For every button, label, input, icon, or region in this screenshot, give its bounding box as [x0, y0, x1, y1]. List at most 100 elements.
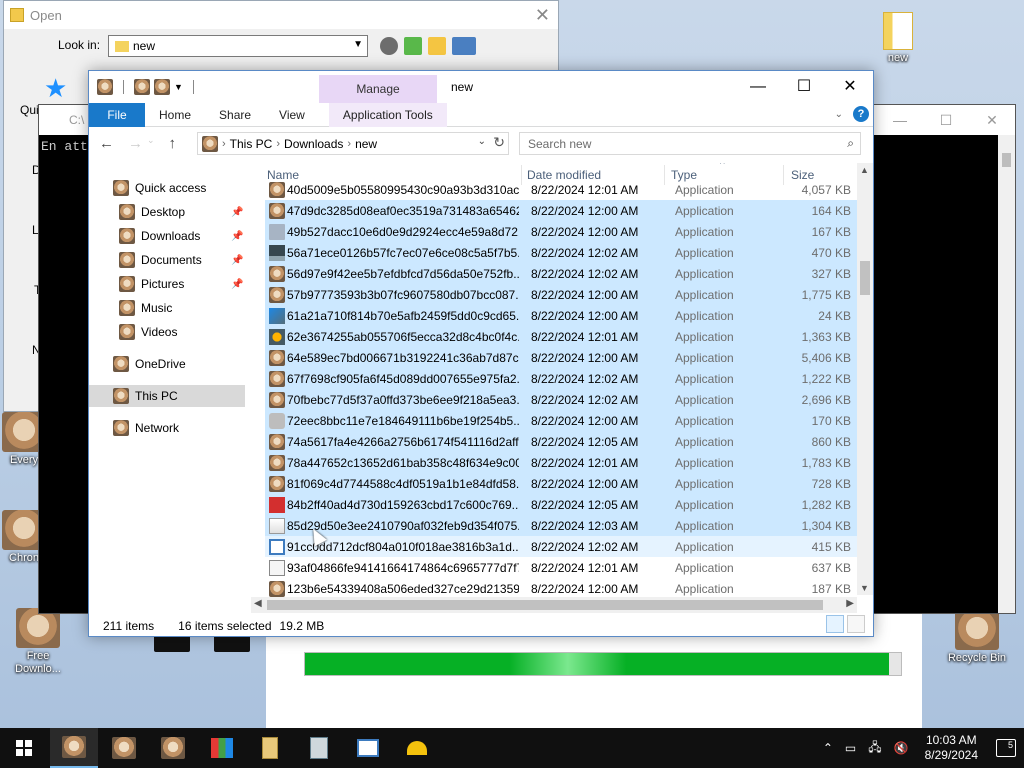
taskbar-app-cat-2[interactable] — [100, 728, 148, 768]
tab-share[interactable]: Share — [205, 103, 265, 127]
desktop-icon-recycle-bin[interactable]: Recycle Bin — [943, 610, 1011, 665]
console-scrollbar[interactable] — [998, 135, 1015, 613]
tab-file[interactable]: File — [89, 102, 145, 127]
close-icon[interactable]: ✕ — [827, 71, 873, 103]
taskbar-app-colorful[interactable] — [198, 728, 246, 768]
scrollbar-thumb[interactable] — [860, 261, 870, 295]
table-row[interactable]: 85d29d50e3ee2410790af032feb9d354f075... 8… — [265, 515, 857, 536]
chevron-up-icon[interactable]: ⌃ — [823, 741, 833, 755]
back-icon[interactable] — [380, 37, 398, 55]
expand-ribbon-icon[interactable]: ⌄ — [835, 109, 843, 120]
clock[interactable]: 10:03 AM 8/29/2024 — [925, 733, 978, 763]
minimize-icon[interactable]: — — [735, 71, 781, 103]
tab-manage[interactable]: Manage — [319, 75, 437, 103]
table-row[interactable]: 70fbebc77d5f37a0ffd373be6ee9f218a5ea3...… — [265, 389, 857, 410]
chevron-down-icon[interactable]: ⌄ — [478, 136, 486, 147]
table-row[interactable]: 72eec8bbc11e7e184649111b6be19f254b5... 8/… — [265, 410, 857, 431]
tab-home[interactable]: Home — [145, 103, 205, 127]
sidebar-item-network[interactable]: Network — [113, 417, 179, 439]
sidebar-item-quick-access[interactable]: Quick access — [113, 177, 206, 199]
sidebar-item-onedrive[interactable]: OneDrive — [113, 353, 186, 375]
quick-access-star-icon[interactable]: ★ — [44, 73, 67, 104]
table-row[interactable]: 64e589ec7bd006671b3192241c36ab7d87c... 8/… — [265, 347, 857, 368]
taskbar-app-cat-1[interactable] — [50, 728, 98, 768]
table-row[interactable]: 57b97773593b3b07fc9607580db07bcc087... 8/… — [265, 284, 857, 305]
taskbar-app-umbrella[interactable] — [393, 728, 441, 768]
table-row[interactable]: 78a447652c13652d61bab358c48f634e9c00... 8… — [265, 452, 857, 473]
up-folder-icon[interactable] — [404, 37, 422, 55]
table-row[interactable]: 56d97e9f42ee5b7efdbfcd7d56da50e752fb... 8… — [265, 263, 857, 284]
search-icon[interactable]: ⌕ — [847, 136, 854, 151]
up-arrow-icon[interactable]: ↑ — [169, 135, 177, 152]
table-row[interactable]: 123b6e54339408a506eded327ce29d21359... 8/… — [265, 578, 857, 599]
display-icon[interactable]: ▭ — [845, 741, 856, 755]
chevron-down-icon[interactable]: ▼ — [174, 82, 183, 92]
large-icons-view-icon[interactable] — [847, 615, 865, 633]
scroll-right-icon[interactable]: ▶ — [846, 598, 854, 609]
breadcrumb-this-pc[interactable]: This PC — [230, 137, 273, 151]
desktop-icon-new-folder[interactable]: new — [866, 12, 930, 65]
table-row[interactable]: 62e3674255ab055706f5ecca32d8c4bc0f4c... 8… — [265, 326, 857, 347]
address-bar[interactable]: › This PC › Downloads › new ⌄ ↻ — [197, 132, 509, 155]
table-row[interactable]: 40d5009e5b05580995430c90a93b3d310ac... 8… — [265, 179, 857, 200]
taskbar-app-cat-3[interactable] — [149, 728, 197, 768]
volume-muted-icon[interactable]: 🔇 — [894, 741, 909, 755]
network-icon[interactable]: 🖧 — [868, 738, 881, 759]
file-size: 4,057 KB — [801, 182, 851, 197]
sidebar-item-music[interactable]: Music — [119, 297, 172, 319]
notification-icon[interactable]: 5 — [996, 739, 1016, 757]
properties-icon[interactable] — [134, 79, 150, 95]
sidebar-item-documents[interactable]: Documents 📌 — [119, 249, 243, 271]
close-icon[interactable]: ✕ — [969, 105, 1015, 135]
search-input[interactable]: Search new ⌕ — [519, 132, 861, 155]
help-icon[interactable]: ? — [853, 106, 869, 122]
horizontal-scrollbar[interactable]: ◀ ▶ — [251, 597, 857, 613]
details-view-icon[interactable] — [826, 615, 844, 633]
vertical-scrollbar[interactable]: ▲ ▼ — [857, 163, 873, 595]
scroll-up-icon[interactable]: ▲ — [860, 165, 869, 175]
sidebar-item-pictures[interactable]: Pictures 📌 — [119, 273, 243, 295]
scrollbar-thumb[interactable] — [267, 600, 823, 610]
sidebar-item-downloads[interactable]: Downloads 📌 — [119, 225, 243, 247]
maximize-icon[interactable]: ☐ — [923, 105, 969, 135]
taskbar-app-files[interactable] — [295, 728, 343, 768]
close-icon[interactable]: ✕ — [535, 5, 550, 26]
tab-view[interactable]: View — [265, 103, 319, 127]
table-row[interactable]: 61a21a710f814b70e5afb2459f5dd0c9cd65... 8… — [265, 305, 857, 326]
desktop-icon-free-download[interactable]: Free Downlo... — [6, 608, 70, 676]
start-button[interactable] — [0, 728, 48, 768]
table-row[interactable]: 56a71ece0126b57fc7ec07e6ce08c5a5f7b5... 8… — [265, 242, 857, 263]
table-row[interactable]: 91cc0dd712dcf804a010f018ae3816b3a1d... 8/… — [265, 536, 857, 557]
sidebar-item-videos[interactable]: Videos — [119, 321, 177, 343]
scroll-down-icon[interactable]: ▼ — [860, 583, 869, 593]
table-row[interactable]: 84b2ff40ad4d730d159263cbd17c600c769... 8/… — [265, 494, 857, 515]
maximize-icon[interactable]: ☐ — [781, 71, 827, 103]
scrollbar-thumb[interactable] — [1002, 153, 1011, 167]
table-row[interactable]: 93af04866fe94141664174864c6965777d7f7...… — [265, 557, 857, 578]
table-row[interactable]: 67f7698cf905fa6f45d089dd007655e975fa2...… — [265, 368, 857, 389]
breadcrumb-downloads[interactable]: Downloads — [284, 137, 343, 151]
back-arrow-icon[interactable]: ← — [99, 135, 114, 152]
table-row[interactable]: 74a5617fa4e4266a2756b6174f541116d2aff...… — [265, 431, 857, 452]
new-folder-icon[interactable] — [154, 79, 170, 95]
sidebar-item-this-pc[interactable]: This PC — [89, 385, 245, 407]
downloads-icon — [119, 228, 135, 244]
minimize-icon[interactable]: — — [877, 105, 923, 135]
forward-arrow-icon[interactable]: → — [128, 135, 143, 152]
taskbar-app-window[interactable] — [344, 728, 392, 768]
tab-application-tools[interactable]: Application Tools — [328, 102, 447, 127]
recent-locations-icon[interactable]: ⌄ — [147, 135, 155, 152]
view-menu-icon[interactable] — [452, 37, 476, 55]
table-row[interactable]: 81f069c4d7744588c4df0519a1b1e84dfd58... 8… — [265, 473, 857, 494]
table-row[interactable]: 49b527dacc10e6d0e9d2924ecc4e59a8d72... 8/… — [265, 221, 857, 242]
pictures-icon — [119, 276, 135, 292]
taskbar-app-archive[interactable] — [246, 728, 294, 768]
breadcrumb-new[interactable]: new — [355, 137, 377, 151]
lookin-combobox[interactable]: new ▼ — [108, 35, 368, 57]
new-folder-icon[interactable] — [428, 37, 446, 55]
refresh-icon[interactable]: ↻ — [493, 134, 505, 151]
sidebar-item-desktop[interactable]: Desktop 📌 — [119, 201, 243, 223]
table-row[interactable]: 47d9dc3285d08eaf0ec3519a731483a65462... 8… — [265, 200, 857, 221]
file-size: 5,406 KB — [801, 350, 851, 365]
scroll-left-icon[interactable]: ◀ — [254, 598, 262, 609]
